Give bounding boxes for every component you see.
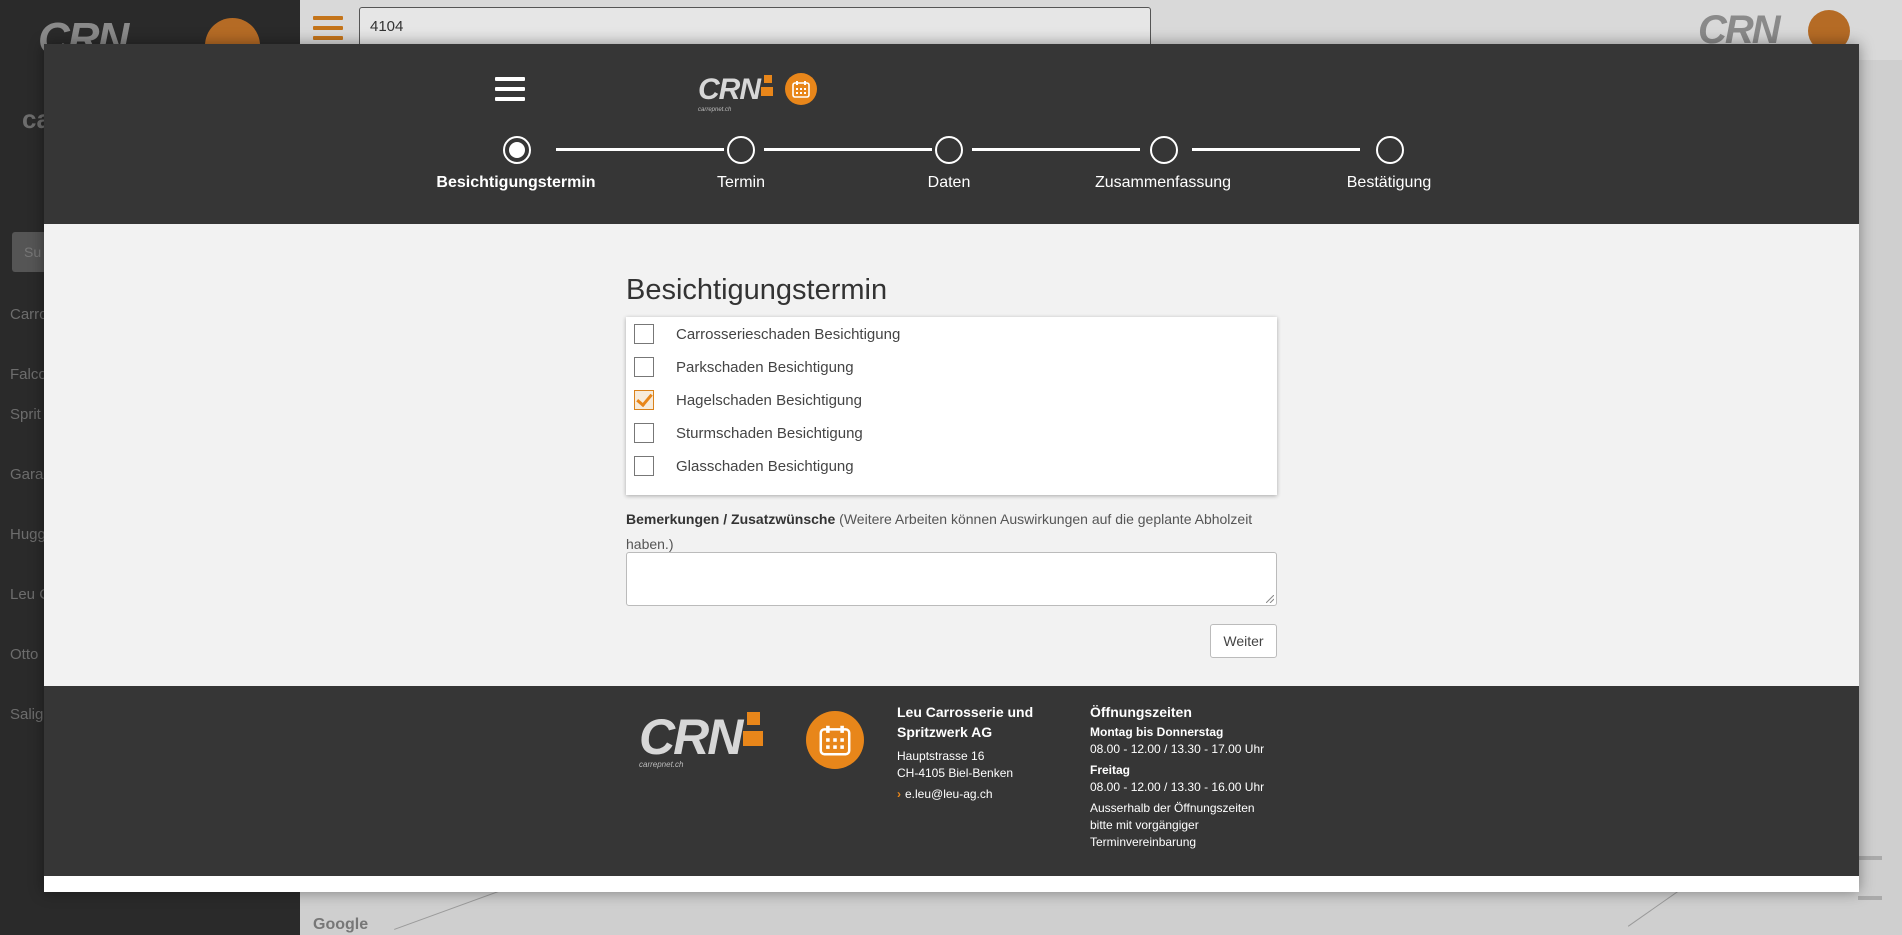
background-list-item[interactable]: Falco xyxy=(10,366,47,383)
step-2-indicator[interactable] xyxy=(727,136,755,164)
checkbox[interactable] xyxy=(634,324,654,344)
company-city: CH-4105 Biel-Benken xyxy=(897,766,1014,780)
company-street: Hauptstrasse 16 xyxy=(897,749,985,763)
modal-body: Besichtigungstermin Carrosserieschaden B… xyxy=(44,224,1859,692)
modal-bottom-strip xyxy=(44,876,1859,892)
company-name-line2: Spritzwerk AG xyxy=(897,724,993,740)
footer-calendar-badge-icon xyxy=(806,711,864,769)
step-connector xyxy=(764,148,932,151)
step-5-label: Bestätigung xyxy=(1346,174,1432,191)
remarks-textarea[interactable] xyxy=(626,552,1277,606)
company-email: e.leu@leu-ag.ch xyxy=(905,787,993,801)
crn-logo[interactable]: CRN carrepnet.ch xyxy=(698,73,776,113)
opening-hours-note3: Terminvereinbarung xyxy=(1090,835,1197,849)
background-zoom-out-icon[interactable] xyxy=(1858,896,1882,900)
option-glasschaden[interactable]: Glasschaden Besichtigung xyxy=(634,454,854,478)
checkbox[interactable] xyxy=(634,357,654,377)
background-hamburger-icon[interactable] xyxy=(313,16,343,46)
menu-hamburger-icon[interactable] xyxy=(495,77,525,103)
step-connector xyxy=(972,148,1140,151)
company-name-line1: Leu Carrosserie und xyxy=(897,704,1034,720)
footer-crn-logo[interactable]: CRN carrepnet.ch xyxy=(639,709,767,769)
opening-hours-days1: Montag bis Donnerstag xyxy=(1090,725,1224,739)
step-4-label: Zusammenfassung xyxy=(1094,174,1232,191)
crn-logo-mark xyxy=(760,75,776,99)
option-hagelschaden[interactable]: Hagelschaden Besichtigung xyxy=(634,388,862,412)
step-5-indicator[interactable] xyxy=(1376,136,1404,164)
step-2-label: Termin xyxy=(716,174,766,191)
remarks-label-bold: Bemerkungen / Zusatzwünsche xyxy=(626,511,836,527)
background-list-item[interactable]: Hugg xyxy=(10,526,46,543)
option-label: Hagelschaden Besichtigung xyxy=(676,391,862,409)
checkbox[interactable] xyxy=(634,423,654,443)
opening-hours-title: Öffnungszeiten xyxy=(1090,704,1192,720)
crn-logo-text: CRN xyxy=(698,73,761,106)
background-list-item[interactable]: Gara xyxy=(10,466,43,483)
booking-modal: CRN carrepnet.ch Besichtigungstermin Ter… xyxy=(44,44,1859,892)
checkbox[interactable] xyxy=(634,456,654,476)
footer-crn-logo-text: CRN xyxy=(639,709,743,765)
modal-footer: CRN carrepnet.ch Leu Carrosserie und Spr… xyxy=(44,686,1859,876)
background-google-logo: Google xyxy=(313,916,369,933)
opening-hours-note2: bitte mit vorgängiger xyxy=(1090,818,1199,832)
option-parkschaden[interactable]: Parkschaden Besichtigung xyxy=(634,355,854,379)
opening-hours-note1: Ausserhalb der Öffnungszeiten xyxy=(1090,801,1255,815)
next-button[interactable]: Weiter xyxy=(1210,624,1277,658)
inspection-type-list: Carrosserieschaden Besichtigung Parkscha… xyxy=(626,317,1277,495)
modal-header: CRN carrepnet.ch Besichtigungstermin Ter… xyxy=(44,44,1859,224)
footer-crn-logo-mark xyxy=(741,712,767,752)
step-1-indicator[interactable] xyxy=(503,136,531,164)
step-4-indicator[interactable] xyxy=(1150,136,1178,164)
step-3-label: Daten xyxy=(927,174,971,191)
footer-opening-hours: Öffnungszeiten Montag bis Donnerstag 08.… xyxy=(1090,702,1290,851)
background-list-item[interactable]: Carro xyxy=(10,306,48,323)
background-search-input[interactable]: 4104 xyxy=(359,7,1151,47)
step-3-indicator[interactable] xyxy=(935,136,963,164)
remarks-label: Bemerkungen / Zusatzwünsche (Weitere Arb… xyxy=(626,507,1277,557)
step-connector xyxy=(1192,148,1360,151)
footer-address: Leu Carrosserie und Spritzwerk AG Haupts… xyxy=(897,702,1067,803)
background-list-item[interactable]: Sprit xyxy=(10,406,41,423)
option-label: Parkschaden Besichtigung xyxy=(676,358,854,376)
step-1-label: Besichtigungstermin xyxy=(436,174,596,191)
option-label: Carrosserieschaden Besichtigung xyxy=(676,325,901,343)
company-email-link[interactable]: › e.leu@leu-ag.ch xyxy=(897,786,1067,803)
background-zoom-in-icon[interactable] xyxy=(1858,856,1882,860)
option-carrosserieschaden[interactable]: Carrosserieschaden Besichtigung xyxy=(634,322,900,346)
option-label: Glasschaden Besichtigung xyxy=(676,457,854,475)
crn-logo-subtitle: carrepnet.ch xyxy=(698,107,732,113)
option-label: Sturmschaden Besichtigung xyxy=(676,424,863,442)
background-list-item[interactable]: Salig xyxy=(10,706,43,723)
resize-grip-icon[interactable] xyxy=(1266,595,1274,603)
step-connector xyxy=(556,148,724,151)
option-sturmschaden[interactable]: Sturmschaden Besichtigung xyxy=(634,421,863,445)
opening-hours-days2: Freitag xyxy=(1090,763,1131,777)
opening-hours-time1: 08.00 - 12.00 / 13.30 - 17.00 Uhr xyxy=(1090,742,1265,756)
calendar-badge-icon xyxy=(785,73,817,105)
footer-crn-logo-subtitle: carrepnet.ch xyxy=(639,760,684,769)
form-title: Besichtigungstermin xyxy=(626,274,888,306)
checkbox-checked[interactable] xyxy=(634,390,654,410)
background-list-item[interactable]: Otto xyxy=(10,646,38,663)
opening-hours-time2: 08.00 - 12.00 / 13.30 - 16.00 Uhr xyxy=(1090,780,1265,794)
chevron-right-icon: › xyxy=(897,787,901,801)
